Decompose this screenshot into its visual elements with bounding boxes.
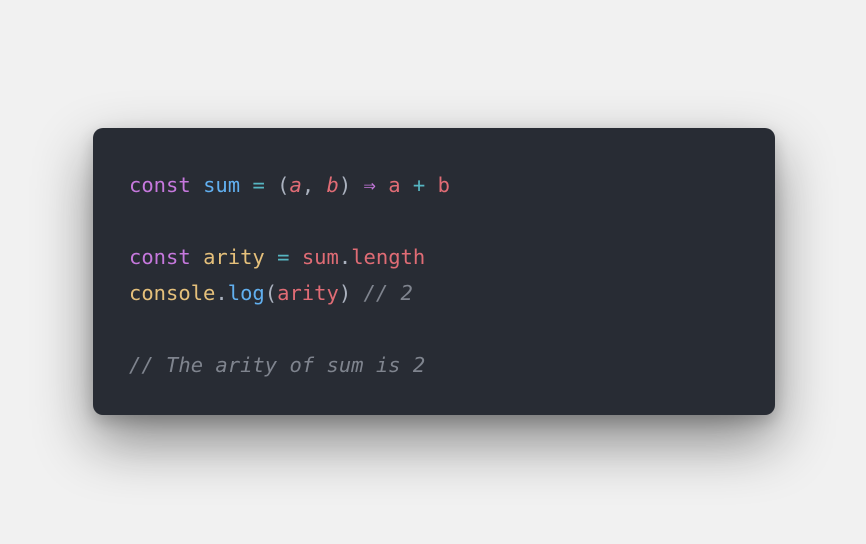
open-paren: ( xyxy=(264,281,278,305)
code-line-2: const arity = sum.length xyxy=(129,239,775,275)
property-length: length xyxy=(351,245,426,269)
dot: . xyxy=(215,281,228,305)
screenshot-stage: const sum = (a, b) ⇒ a + b const arity =… xyxy=(0,0,866,544)
argument-arity: arity xyxy=(277,281,339,305)
object-console: console xyxy=(129,281,216,305)
assignment-operator: = xyxy=(252,173,265,197)
plus-operator: + xyxy=(412,173,426,197)
code-line-3: console.log(arity) // 2 xyxy=(129,275,775,311)
param-b: b xyxy=(326,173,339,197)
const-name-arity: arity xyxy=(203,245,265,269)
code-line-4: // The arity of sum is 2 xyxy=(129,347,775,383)
function-name-sum: sum xyxy=(203,173,241,197)
arrow-operator: ⇒ xyxy=(363,173,376,197)
comma: , xyxy=(301,173,315,197)
code-line-1: const sum = (a, b) ⇒ a + b xyxy=(129,167,775,203)
var-b: b xyxy=(437,173,450,197)
keyword-const: const xyxy=(129,173,191,197)
line-comment: // The arity of sum is 2 xyxy=(129,353,426,377)
close-paren: ) xyxy=(338,281,352,305)
close-paren: ) xyxy=(338,173,352,197)
open-paren: ( xyxy=(277,173,290,197)
object-sum: sum xyxy=(301,245,339,269)
assignment-operator: = xyxy=(277,245,290,269)
method-log: log xyxy=(227,281,265,305)
param-a: a xyxy=(289,173,302,197)
inline-comment: // 2 xyxy=(363,281,413,305)
keyword-const: const xyxy=(129,245,191,269)
var-a: a xyxy=(388,173,401,197)
dot: . xyxy=(338,245,352,269)
code-snippet-card: const sum = (a, b) ⇒ a + b const arity =… xyxy=(93,128,775,415)
